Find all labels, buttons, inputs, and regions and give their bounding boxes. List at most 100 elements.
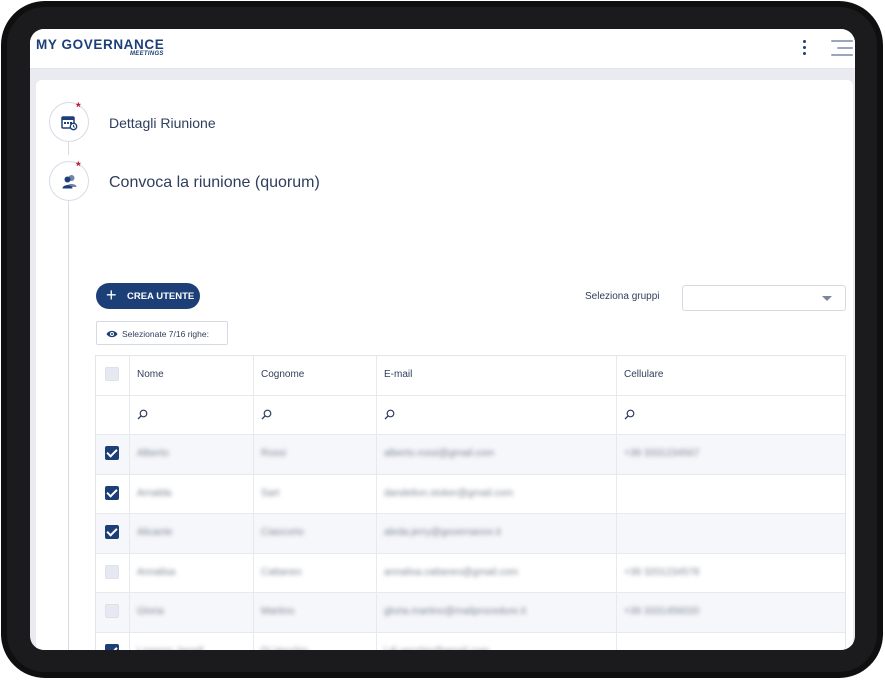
users-table: Nome Cognome E-mail Cellulare Alberto Ro… xyxy=(95,355,846,650)
table-row[interactable]: Arnalda Sart dandelion.stoker@gmail.com xyxy=(96,474,845,514)
app-logo[interactable]: MY GOVERNANCE xyxy=(36,37,164,52)
search-icon xyxy=(384,409,395,419)
table-row[interactable]: Lorenzo Jarrell Di Vecchio l.di.vecchio@gm… xyxy=(96,632,845,651)
column-header-label: Cognome xyxy=(261,369,305,380)
app-screen: MY GOVERNANCE MEETINGS * Dettagli Riunio… xyxy=(30,29,855,650)
table-row[interactable]: Alberto Rossi alberto.rossi@gmail.com +39 3… xyxy=(96,435,845,475)
step-connector xyxy=(68,201,69,650)
cell-cellulare-value: +39 3331234567 xyxy=(624,448,700,459)
cell-cellulare: +39 3331234567 xyxy=(617,435,845,474)
cell-email-value: dandelion.stoker@gmail.com xyxy=(384,487,514,499)
column-header-nome[interactable]: Nome xyxy=(130,356,254,395)
app-logo-subtitle: MEETINGS xyxy=(130,51,164,57)
cell-nome: Lorenzo Jarrell xyxy=(130,632,254,651)
cell-nome: Gloria xyxy=(130,593,254,632)
step-convoca-label[interactable]: Convoca la riunione (quorum) xyxy=(109,174,320,192)
selected-rows-text: Selezionate 7/16 righe: xyxy=(122,329,209,339)
cell-email-value: annalisa.cattaneo@gmail.com xyxy=(384,566,519,578)
cell-email: gloria.martino@mailprocedure.it xyxy=(377,593,617,632)
select-groups-dropdown[interactable] xyxy=(682,285,846,311)
cell-nome: Alicante xyxy=(130,514,254,553)
cell-cellulare xyxy=(617,514,845,553)
create-user-button[interactable]: + CREA UTENTE xyxy=(96,283,200,309)
selected-rows-chip[interactable]: Selezionate 7/16 righe: xyxy=(96,321,228,345)
step-connector xyxy=(68,142,69,155)
cell-nome: Alberto xyxy=(130,435,254,474)
required-marker: * xyxy=(76,159,81,173)
row-checkbox[interactable] xyxy=(105,485,119,500)
search-icon xyxy=(624,409,635,419)
cell-cellulare: +39 3201234578 xyxy=(617,554,845,593)
cell-email: alberto.rossi@gmail.com xyxy=(377,435,617,474)
row-select-cell xyxy=(96,514,130,553)
cell-email: annalisa.cattaneo@gmail.com xyxy=(377,553,617,592)
top-bar: MY GOVERNANCE MEETINGS xyxy=(30,29,855,69)
chevron-down-icon xyxy=(822,296,832,301)
column-header-cognome[interactable]: Cognome xyxy=(254,356,377,395)
search-icon xyxy=(261,409,272,419)
step-convoca-icon[interactable]: * xyxy=(49,159,89,201)
required-marker: * xyxy=(76,100,81,114)
column-header-cellulare[interactable]: Cellulare xyxy=(617,356,845,395)
cell-nome-value: Alberto xyxy=(137,448,169,459)
column-header-label: Cellulare xyxy=(624,369,664,380)
cell-email: aleda.jerry@governance.it xyxy=(377,514,617,553)
filter-email[interactable] xyxy=(377,395,617,434)
step-dettagli-label[interactable]: Dettagli Riunione xyxy=(109,115,216,131)
calendar-icon xyxy=(61,116,78,131)
column-header-label: E-mail xyxy=(384,369,413,380)
table-row[interactable]: Alicante Ciaocorto aleda.jerry@governance.… xyxy=(96,514,845,554)
search-icon xyxy=(137,409,148,419)
menu-icon[interactable] xyxy=(831,40,853,56)
cell-email-value: aleda.jerry@governance.it xyxy=(384,527,501,538)
cell-cognome: Di Vecchio xyxy=(254,632,377,651)
filter-cognome[interactable] xyxy=(254,395,377,434)
cell-cognome-value: Sart xyxy=(261,487,280,499)
column-header-label: Nome xyxy=(137,369,164,380)
cell-cognome: Sart xyxy=(254,474,377,513)
table-row[interactable]: Annalisa Cattaneo annalisa.cattaneo@gmail.… xyxy=(96,553,845,593)
column-header-email[interactable]: E-mail xyxy=(377,356,617,395)
row-checkbox[interactable] xyxy=(105,643,119,650)
cell-cognome: Cattaneo xyxy=(254,553,377,592)
cell-email: dandelion.stoker@gmail.com xyxy=(377,474,617,513)
eye-icon xyxy=(106,330,118,338)
select-groups-label: Seleziona gruppi xyxy=(585,291,660,302)
cell-nome-value: Lorenzo Jarrell xyxy=(137,646,203,651)
cell-cognome-value: Cattaneo xyxy=(261,566,302,578)
filter-nome[interactable] xyxy=(130,395,254,434)
row-select-cell xyxy=(96,474,130,513)
row-select-cell xyxy=(96,553,130,592)
row-checkbox[interactable] xyxy=(105,604,119,618)
more-options-icon[interactable] xyxy=(802,40,808,56)
filter-cell-empty xyxy=(96,395,130,434)
users-icon xyxy=(62,175,77,189)
table-header-row: Nome Cognome E-mail Cellulare xyxy=(96,356,845,396)
cell-cognome-value: Martino xyxy=(261,606,295,617)
cell-email-value: l.di.vecchio@gmail.com xyxy=(384,646,489,651)
select-all-checkbox[interactable] xyxy=(105,367,119,381)
cell-nome-value: Alicante xyxy=(137,527,173,538)
cell-cellulare: +39 3331456020 xyxy=(617,593,845,632)
cell-nome-value: Annalisa xyxy=(137,566,176,578)
row-select-cell xyxy=(96,593,130,632)
row-checkbox[interactable] xyxy=(105,564,119,579)
create-user-label: CREA UTENTE xyxy=(127,291,195,302)
row-checkbox[interactable] xyxy=(105,446,119,460)
row-select-cell xyxy=(96,632,130,650)
cell-email-value: gloria.martino@mailprocedure.it xyxy=(384,606,526,617)
cell-cognome-value: Di Vecchio xyxy=(261,646,308,651)
cell-cellulare-value: +39 3331456020 xyxy=(624,606,700,617)
table-row[interactable]: Gloria Martino gloria.martino@mailprocedur… xyxy=(96,593,845,633)
row-checkbox[interactable] xyxy=(105,525,119,539)
step-dettagli-icon[interactable]: * xyxy=(49,100,89,142)
row-select-cell xyxy=(96,435,130,474)
filter-cellulare[interactable] xyxy=(617,396,845,435)
cell-cognome-value: Rossi xyxy=(261,448,287,459)
cell-nome-value: Gloria xyxy=(137,606,164,617)
cell-email: l.di.vecchio@gmail.com xyxy=(377,632,617,651)
cell-email-value: alberto.rossi@gmail.com xyxy=(384,448,495,459)
select-all-cell xyxy=(96,356,130,395)
cell-nome: Annalisa xyxy=(130,553,254,592)
cell-cognome: Ciaocorto xyxy=(254,514,377,553)
